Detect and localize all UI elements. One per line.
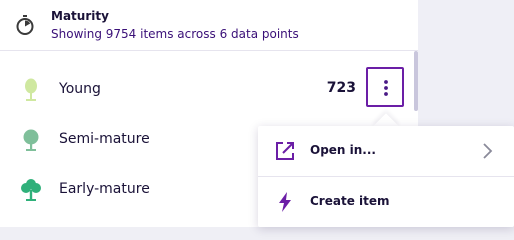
list-item-label: Semi-mature (59, 131, 150, 147)
list-item-young[interactable]: Young 723 (0, 65, 418, 115)
more-options-button[interactable] (366, 67, 404, 107)
menu-item-create-item[interactable]: Create item (258, 177, 514, 227)
lightning-icon (274, 191, 296, 213)
panel-title: Maturity (51, 9, 109, 23)
panel-header: Maturity Showing 9754 items across 6 dat… (0, 0, 418, 51)
list-item-count: 723 (326, 80, 356, 96)
menu-item-label: Open in... (310, 143, 376, 157)
menu-item-open-in[interactable]: Open in... (258, 126, 514, 176)
young-tree-icon (20, 78, 42, 102)
external-link-icon (274, 140, 296, 162)
more-vertical-icon (384, 80, 388, 96)
list-item-label: Early-mature (59, 181, 150, 197)
panel-subtitle: Showing 9754 items across 6 data points (51, 27, 299, 41)
list-item-label: Young (59, 81, 101, 97)
semi-mature-tree-icon (20, 128, 42, 152)
context-menu: Open in... Create item (258, 126, 514, 227)
early-mature-tree-icon (20, 178, 42, 202)
stopwatch-icon (14, 14, 36, 36)
chevron-right-icon (480, 142, 494, 160)
menu-item-label: Create item (310, 194, 390, 208)
